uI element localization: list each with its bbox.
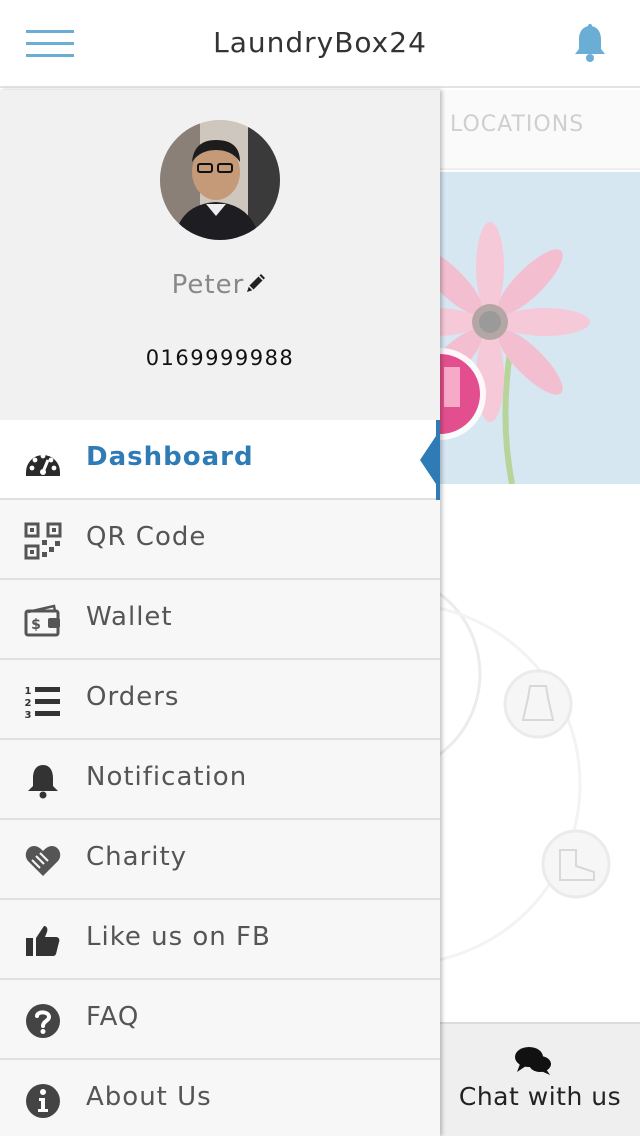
menu-item-label: Charity [86, 842, 188, 872]
question-icon [26, 1004, 60, 1038]
flower-illustration [440, 172, 640, 484]
notification-bell-icon[interactable] [572, 24, 608, 64]
charity-heart-icon [25, 846, 61, 876]
menu-item-label: Notification [86, 762, 248, 792]
chat-bubbles-icon [515, 1047, 551, 1075]
menu-item-wallet[interactable]: $ Wallet [0, 580, 440, 660]
svg-text:1: 1 [25, 686, 32, 697]
app-title: LaundryBox24 [213, 26, 427, 59]
active-indicator [420, 420, 440, 500]
svg-text:$: $ [31, 617, 41, 633]
chat-with-us-button[interactable]: Chat with us [440, 1022, 640, 1136]
dashboard-icon [26, 453, 60, 476]
wallet-icon: $ [24, 604, 60, 637]
profile-name-row: Peter [0, 270, 440, 300]
svg-text:2: 2 [25, 698, 32, 709]
locations-tab-label: LOCATIONS [450, 112, 585, 137]
menu-item-faq[interactable]: FAQ [0, 980, 440, 1060]
service-wheel [440, 592, 611, 962]
menu-item-charity[interactable]: Charity [0, 820, 440, 900]
menu-item-label: FAQ [86, 1002, 140, 1032]
qr-code-icon [24, 522, 62, 560]
avatar[interactable] [160, 120, 280, 240]
menu-item-dashboard[interactable]: Dashboard [0, 420, 440, 500]
menu-item-qr-code[interactable]: QR Code [0, 500, 440, 580]
menu-item-like-fb[interactable]: Like us on FB [0, 900, 440, 980]
app-header: LaundryBox24 [0, 0, 640, 88]
info-icon [26, 1084, 60, 1118]
navigation-drawer: Peter 0169999988 Dashboard QR Code $ Wal… [0, 90, 440, 1136]
dashboard-background [440, 484, 640, 1024]
menu-item-about-us[interactable]: About Us [0, 1060, 440, 1136]
menu-item-orders[interactable]: 1 2 3 Orders [0, 660, 440, 740]
chat-with-us-label: Chat with us [458, 1082, 622, 1111]
svg-text:3: 3 [25, 710, 32, 720]
edit-pencil-icon[interactable] [244, 271, 268, 295]
menu-item-label: Wallet [86, 602, 173, 632]
locations-tab[interactable]: LOCATIONS [440, 90, 640, 170]
profile-photo [160, 120, 280, 240]
drawer-menu: Dashboard QR Code $ Wallet 1 2 3 Orders … [0, 420, 440, 1136]
orders-list-icon: 1 2 3 [25, 686, 60, 720]
bell-icon [28, 765, 58, 799]
profile-section: Peter 0169999988 [0, 90, 440, 420]
menu-item-label: Orders [86, 682, 180, 712]
thumbs-up-icon [26, 926, 60, 956]
menu-item-notification[interactable]: Notification [0, 740, 440, 820]
menu-item-label: Like us on FB [86, 922, 271, 952]
profile-phone: 0169999988 [145, 346, 295, 370]
promo-banner-image [440, 172, 640, 484]
menu-item-label: QR Code [86, 522, 207, 552]
profile-name: Peter [171, 270, 245, 300]
menu-item-label: Dashboard [86, 442, 254, 472]
menu-item-label: About Us [86, 1082, 212, 1112]
